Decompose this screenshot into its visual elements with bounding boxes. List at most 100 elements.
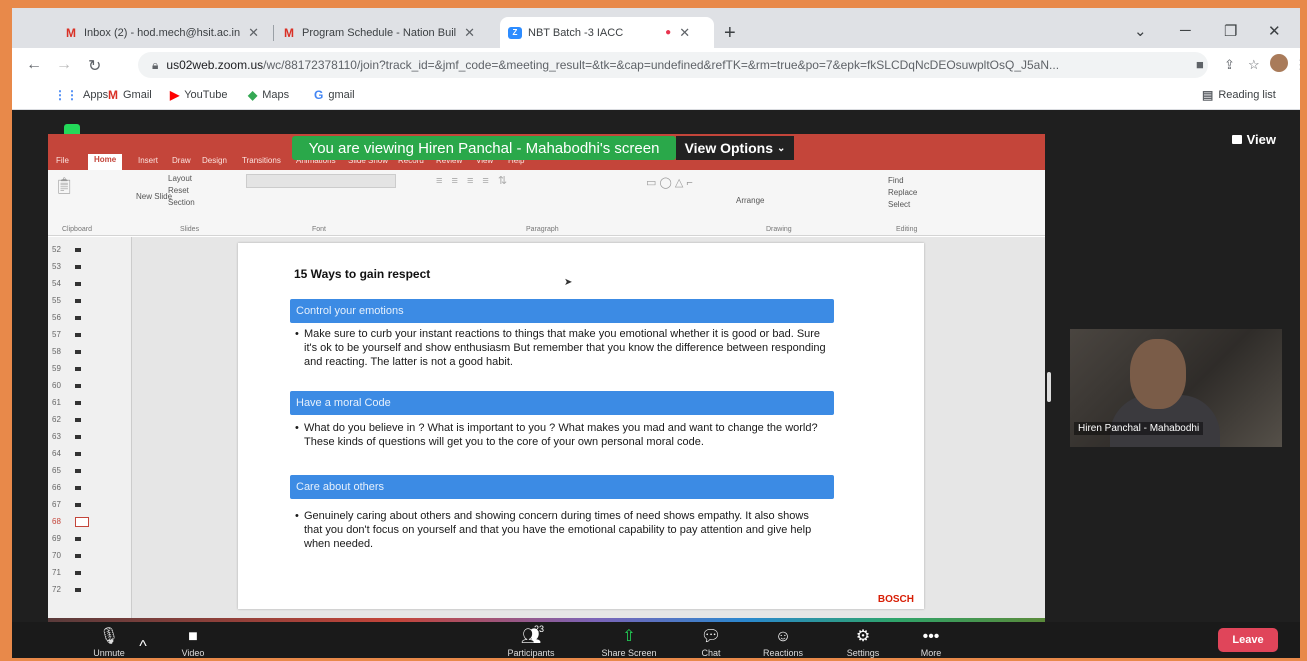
ppt-tab-file[interactable]: File [56,156,69,165]
close-icon[interactable]: ✕ [248,25,259,41]
slide-thumbnail[interactable]: 61 [52,394,128,411]
tab-program-schedule[interactable]: M Program Schedule - Nation Buil ✕ [274,17,500,48]
reactions-button[interactable]: ☺ Reactions [748,628,818,658]
share-icon[interactable]: ⇪ [1224,57,1235,73]
more-button[interactable]: ••• More [896,628,966,658]
slide-thumbnail[interactable]: 56 [52,309,128,326]
slide-number: 64 [52,449,61,458]
slide-thumbnail[interactable]: 65 [52,462,128,479]
paragraph-controls[interactable]: ≡ ≡ ≡ ≡ ⇅ [436,174,626,214]
ppt-tab-design[interactable]: Design [202,156,227,165]
shapes-gallery[interactable]: ▭ ◯ △ ⌐ [646,176,726,206]
ppt-tab-insert[interactable]: Insert [138,156,158,165]
view-label: View [1246,132,1276,147]
gmail-icon: M [108,88,118,102]
view-options-label: View Options [684,140,774,156]
camera-icon[interactable]: ■ [1196,57,1204,72]
thumbnail-mark [74,349,81,354]
new-tab-button[interactable]: + [724,22,736,45]
bookmark-apps[interactable]: ⋮⋮ Apps [54,88,108,102]
slide-thumbnail[interactable]: 69 [52,530,128,547]
layout-button[interactable]: Layout [168,174,192,183]
bookmark-youtube[interactable]: ▶ YouTube [170,88,227,102]
bookmark-maps[interactable]: ◆ Maps [248,88,289,102]
minimize-icon[interactable]: ─ [1180,22,1191,39]
view-button[interactable]: View [1231,132,1276,147]
slide[interactable]: 15 Ways to gain respect ➤ Control your e… [238,243,924,609]
slide-thumbnail[interactable]: 67 [52,496,128,513]
section-button[interactable]: Section [168,198,195,207]
slide-thumbnail[interactable]: 71 [52,564,128,581]
find-button[interactable]: Find [888,176,904,185]
settings-button[interactable]: ⚙ Settings [828,628,898,658]
ppt-tab-home[interactable]: Home [88,154,123,170]
participant-video[interactable]: Hiren Panchal - Mahabodhi [1070,329,1282,447]
tab-nbt-batch[interactable]: Z NBT Batch -3 IACC ● ✕ [500,17,714,48]
slide-thumbnail[interactable]: 55 [52,292,128,309]
reading-list-button[interactable]: ▤ Reading list [1202,88,1276,102]
forward-icon[interactable]: → [56,56,72,74]
arrange-button[interactable]: Arrange [736,196,764,205]
slide-number: 66 [52,483,61,492]
control-label: Settings [846,648,880,658]
section-heading: Have a moral Code [290,391,834,415]
participants-button[interactable]: 👥︎ 23 Participants [496,624,566,658]
viewing-banner: You are viewing Hiren Panchal - Mahabodh… [292,136,676,160]
bookmark-gmail-2[interactable]: G gmail [314,88,355,102]
slide-thumbnail[interactable]: 62 [52,411,128,428]
view-options-button[interactable]: View Options ⌄ [676,136,794,160]
slide-title: 15 Ways to gain respect [294,267,431,281]
slide-thumbnail[interactable]: 70 [52,547,128,564]
address-bar[interactable]: 🔒︎ us02web.zoom.us /wc/88172378110/join?… [138,52,1208,78]
video-button[interactable]: ■ Video [158,628,228,658]
slide-number: 69 [52,534,61,543]
slide-thumbnail[interactable]: 60 [52,377,128,394]
slide-thumbnail-selected[interactable]: 68 [52,513,128,530]
tab-search-icon[interactable]: ⌄ [1134,22,1147,40]
select-button[interactable]: Select [888,200,910,209]
tab-inbox[interactable]: M Inbox (2) - hod.mech@hsit.ac.in ✕ [56,17,274,48]
slide-thumbnail[interactable]: 72 [52,581,128,598]
slide-thumbnail[interactable]: 57 [52,326,128,343]
chat-button[interactable]: 💬︎ Chat [676,628,746,658]
restore-icon[interactable]: ❐ [1224,22,1237,40]
profile-avatar[interactable] [1270,54,1288,72]
share-screen-button[interactable]: ⇧ Share Screen [594,628,664,658]
ppt-tab-transitions[interactable]: Transitions [242,156,281,165]
replace-button[interactable]: Replace [888,188,917,197]
paste-icon[interactable]: 📋︎ [54,176,74,196]
slide-thumbnail[interactable]: 63 [52,428,128,445]
bookmarks-bar: ⋮⋮ Apps M Gmail ▶ YouTube ◆ Maps G gmail… [12,82,1300,110]
leave-button[interactable]: Leave [1218,628,1278,652]
screen-frame: M Inbox (2) - hod.mech@hsit.ac.in ✕ M Pr… [12,8,1300,658]
control-label: Reactions [762,648,804,658]
bookmark-gmail[interactable]: M Gmail [108,88,152,102]
reset-button[interactable]: Reset [168,186,189,195]
splitter-handle[interactable] [1047,372,1051,402]
back-icon[interactable]: ← [26,56,42,74]
reload-icon[interactable]: ↻ [88,56,101,76]
slide-number: 53 [52,262,61,271]
close-icon[interactable]: ✕ [679,25,690,41]
slide-thumbnail[interactable]: 54 [52,275,128,292]
slide-thumbnail[interactable]: 66 [52,479,128,496]
menu-icon[interactable]: ⋮ [1294,57,1300,73]
participants-icon: 👥︎ [520,628,542,645]
new-slide-button[interactable]: New Slide [136,192,172,201]
reading-list-icon: ▤ [1202,88,1214,102]
font-name-field[interactable] [246,174,396,188]
bookmark-star-icon[interactable]: ☆ [1248,57,1260,73]
ppt-tab-draw[interactable]: Draw [172,156,191,165]
close-window-icon[interactable]: ✕ [1268,22,1281,40]
slide-thumbnail[interactable]: 58 [52,343,128,360]
slide-number: 58 [52,347,61,356]
bookmark-label: Maps [262,89,290,101]
slide-thumbnail[interactable]: 52 [52,241,128,258]
slide-number: 54 [52,279,61,288]
slide-thumbnail[interactable]: 59 [52,360,128,377]
close-icon[interactable]: ✕ [464,25,475,41]
slide-thumbnail[interactable]: 64 [52,445,128,462]
slide-thumbnail[interactable]: 53 [52,258,128,275]
apps-grid-icon: ⋮⋮ [54,88,78,102]
audio-options-caret[interactable]: ^ [130,638,156,658]
